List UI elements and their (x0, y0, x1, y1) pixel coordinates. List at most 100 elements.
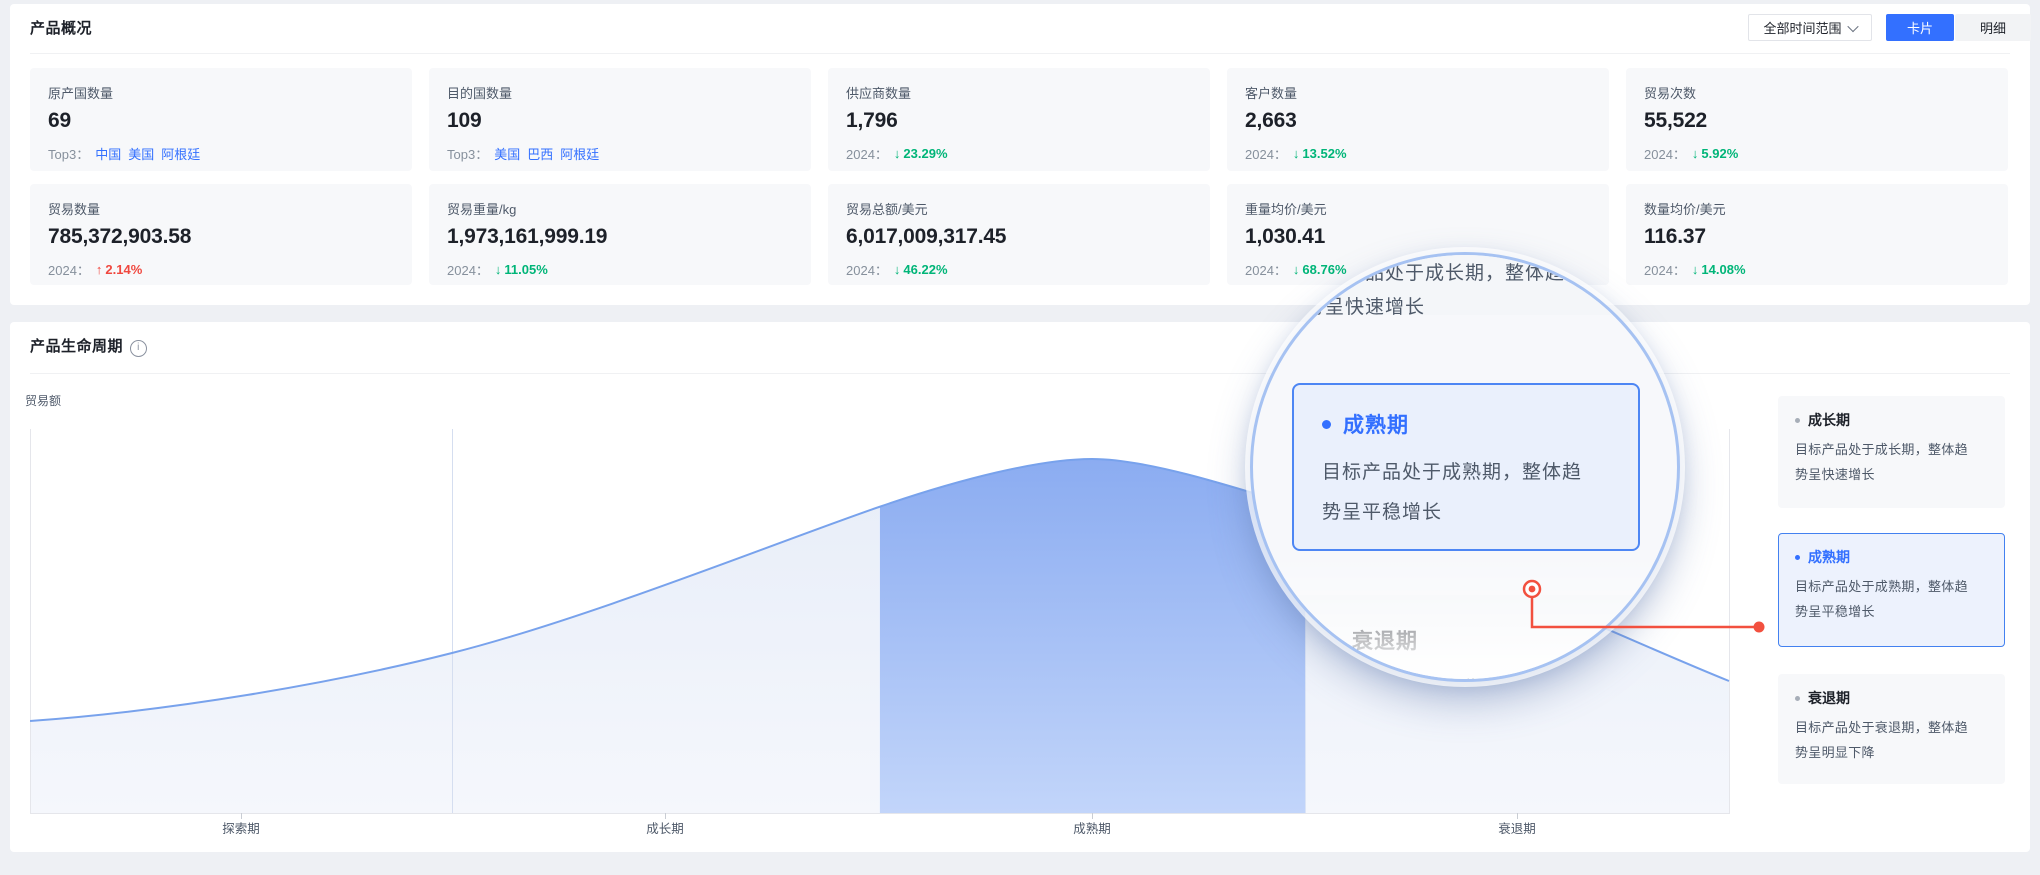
divider (30, 53, 2010, 54)
stat-value: 69 (48, 109, 394, 133)
info-icon[interactable]: i (130, 340, 147, 357)
x-axis-label-growth: 成长期 (605, 818, 725, 837)
top3-link[interactable]: 巴西 (527, 144, 553, 163)
yoy-percent: 2.14% (105, 262, 142, 277)
phase-card-name: 成熟期 (1808, 547, 1850, 567)
stat-label: 贸易次数 (1644, 83, 1990, 102)
divider (30, 373, 2010, 374)
phase-card-growth[interactable]: 成长期 目标产品处于成长期，整体趋势呈快速增长 (1778, 396, 2005, 508)
year-prefix: 2024： (447, 260, 489, 279)
stat-top3: Top3： 美国 巴西 阿根廷 (447, 144, 793, 163)
magnified-card-title: 成熟期 (1343, 409, 1409, 439)
yoy-percent: 5.92% (1701, 146, 1738, 161)
connector-end-dot (1754, 622, 1765, 633)
dot-icon (1795, 418, 1800, 423)
magnified-decline-title: 衰退期 (1352, 625, 1418, 655)
x-axis-label-exploration: 探索期 (181, 818, 301, 837)
stat-card-trade-quantity: 贸易数量 785,372,903.58 2024： ↑2.14% (30, 184, 412, 285)
stat-value: 116.37 (1644, 225, 1990, 249)
top3-link[interactable]: 阿根廷 (161, 144, 200, 163)
lifecycle-title: 产品生命周期 i (30, 335, 147, 357)
stat-label: 数量均价/美元 (1644, 199, 1990, 218)
magnified-growth-line2: 势呈快速增长 (1305, 292, 1425, 319)
trade-dashboard: { "colors": {"accent":"#3370ff","green":… (0, 0, 2040, 875)
stat-yoy: 2024： ↑2.14% (48, 260, 394, 279)
arrow-down-icon: ↓ (894, 262, 901, 277)
stat-card-trade-amount: 贸易总额/美元 6,017,009,317.45 2024： ↓46.22% (828, 184, 1210, 285)
time-range-value: 全部时间范围 (1763, 18, 1841, 37)
product-overview-section: 产品概况 全部时间范围 卡片 明细 原产国数量 69 Top3： 中国 美国 阿… (10, 4, 2030, 305)
phase-card-desc: 目标产品处于衰退期，整体趋势呈明显下降 (1795, 715, 1977, 765)
y-axis-label: 贸易额 (25, 392, 61, 409)
top3-prefix: Top3： (447, 144, 488, 163)
dot-icon (1795, 555, 1800, 560)
yoy-percent: 11.05% (504, 262, 547, 277)
phase-card-name: 衰退期 (1808, 688, 1850, 708)
year-prefix: 2024： (48, 260, 90, 279)
top3-link[interactable]: 中国 (95, 144, 121, 163)
magnified-maturity-card: 成熟期 目标产品处于成熟期，整体趋 势呈平稳增长 (1292, 383, 1640, 551)
dot-icon (1795, 696, 1800, 701)
stat-yoy: 2024： ↓13.52% (1245, 144, 1591, 163)
stat-yoy: 2024： ↓11.05% (447, 260, 793, 279)
magnifier-connector (1440, 565, 1800, 645)
top3-link[interactable]: 美国 (128, 144, 154, 163)
connector-ring-center (1529, 586, 1536, 593)
dot-icon (1322, 420, 1331, 429)
card-view-button[interactable]: 卡片 (1886, 14, 1954, 41)
stat-value: 6,017,009,317.45 (846, 225, 1192, 249)
phase-card-maturity[interactable]: 成熟期 目标产品处于成熟期，整体趋势呈平稳增长 (1778, 533, 2005, 647)
stat-label: 目的国数量 (447, 83, 793, 102)
stat-card-customers: 客户数量 2,663 2024： ↓13.52% (1227, 68, 1609, 171)
top3-prefix: Top3： (48, 144, 89, 163)
phase-card-decline[interactable]: 衰退期 目标产品处于衰退期，整体趋势呈明显下降 (1778, 674, 2005, 784)
stat-value: 109 (447, 109, 793, 133)
year-prefix: 2024： (1245, 144, 1287, 163)
stat-value: 55,522 (1644, 109, 1990, 133)
stat-card-trade-count: 贸易次数 55,522 2024： ↓5.92% (1626, 68, 2008, 171)
stat-label: 原产国数量 (48, 83, 394, 102)
arrow-up-icon: ↑ (96, 262, 103, 277)
top3-link[interactable]: 阿根廷 (560, 144, 599, 163)
yoy-percent: 46.22% (903, 262, 947, 277)
yoy-percent: 14.08% (1701, 262, 1745, 277)
year-prefix: 2024： (1644, 144, 1686, 163)
arrow-down-icon: ↓ (894, 146, 901, 161)
stat-value: 2,663 (1245, 109, 1591, 133)
connector-line (1532, 598, 1756, 627)
stat-label: 供应商数量 (846, 83, 1192, 102)
stat-label: 贸易总额/美元 (846, 199, 1192, 218)
x-axis-label-decline: 衰退期 (1457, 818, 1577, 837)
x-axis-label-maturity: 成熟期 (1032, 818, 1152, 837)
magnified-card-line1: 目标产品处于成熟期，整体趋 (1322, 453, 1610, 493)
stat-value: 785,372,903.58 (48, 225, 394, 249)
phase-card-name: 成长期 (1808, 410, 1850, 430)
phase-card-desc: 目标产品处于成长期，整体趋势呈快速增长 (1795, 437, 1977, 487)
time-range-select[interactable]: 全部时间范围 (1748, 14, 1872, 41)
stat-yoy: 2024： ↓14.08% (1644, 260, 1990, 279)
view-toggle: 卡片 明细 (1886, 14, 2031, 41)
lifecycle-title-text: 产品生命周期 (30, 338, 123, 355)
stat-yoy: 2024： ↓46.22% (846, 260, 1192, 279)
detail-view-button[interactable]: 明细 (1955, 14, 2031, 41)
stat-card-destination-countries: 目的国数量 109 Top3： 美国 巴西 阿根廷 (429, 68, 811, 171)
yoy-percent: 13.52% (1302, 146, 1346, 161)
stat-label: 重量均价/美元 (1245, 199, 1591, 218)
phase-card-desc: 目标产品处于成熟期，整体趋势呈平稳增长 (1795, 574, 1977, 624)
arrow-down-icon: ↓ (1293, 146, 1300, 161)
stat-value: 1,973,161,999.19 (447, 225, 793, 249)
phase-card-head: 衰退期 (1795, 688, 1988, 708)
stat-card-origin-countries: 原产国数量 69 Top3： 中国 美国 阿根廷 (30, 68, 412, 171)
stat-top3: Top3： 中国 美国 阿根廷 (48, 144, 394, 163)
stat-yoy: 2024： ↓23.29% (846, 144, 1192, 163)
stat-card-suppliers: 供应商数量 1,796 2024： ↓23.29% (828, 68, 1210, 171)
phase-card-head: 成长期 (1795, 410, 1988, 430)
top3-link[interactable]: 美国 (494, 144, 520, 163)
chevron-down-icon (1847, 20, 1858, 31)
stat-label: 贸易数量 (48, 199, 394, 218)
magnified-card-line2: 势呈平稳增长 (1322, 493, 1610, 533)
stat-label: 贸易重量/kg (447, 199, 793, 218)
magnified-growth-line1: 目标产品处于成长期，整体趋 (1305, 258, 1565, 285)
arrow-down-icon: ↓ (1692, 146, 1699, 161)
magnified-card-head: 成熟期 (1322, 409, 1610, 439)
